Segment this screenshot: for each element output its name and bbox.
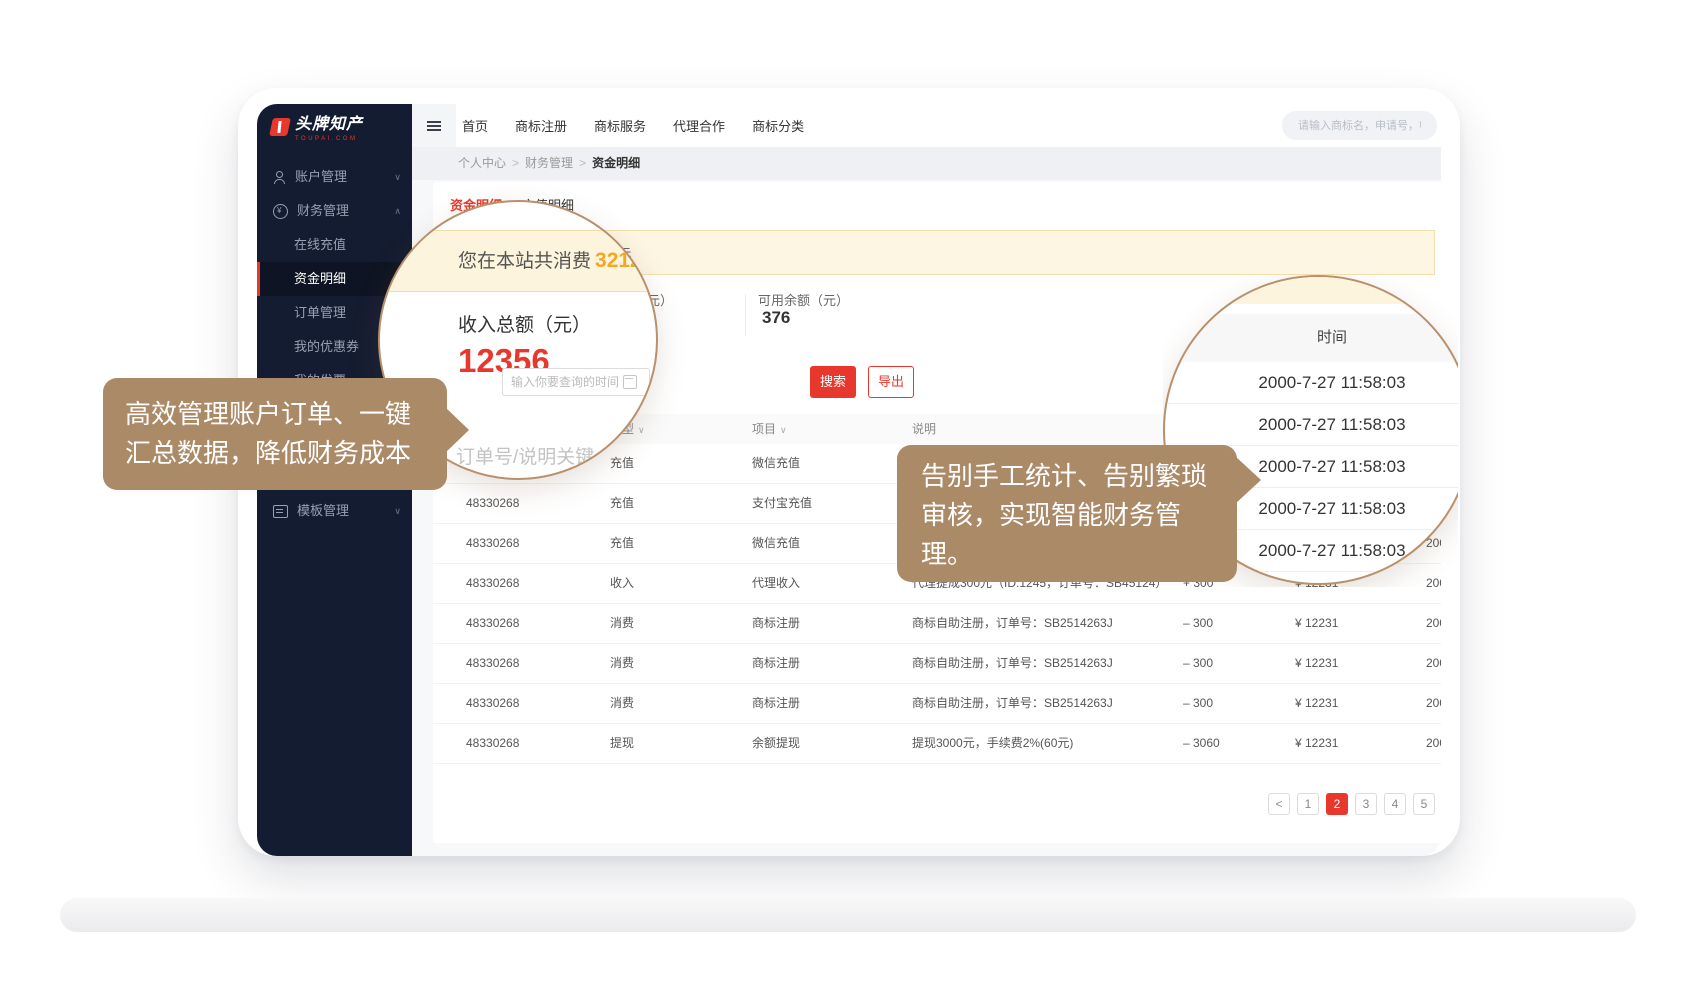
table-row: 48330268消费商标注册商标自助注册，订单号：SB2514263J– 300… (433, 644, 1441, 684)
chevron-down-icon: ∨ (394, 160, 401, 194)
breadcrumb-item[interactable]: 财务管理 (525, 156, 573, 170)
logo-icon (269, 118, 291, 136)
magnified-time: 2000-7-27 11:58:03 (1165, 404, 1458, 446)
magnified-keyword-placeholder: 订单号/说明关键 (456, 442, 594, 469)
header-project[interactable]: 项目∨ (752, 414, 787, 445)
callout-right-arrow (1235, 456, 1261, 504)
breadcrumb: 个人中心>财务管理>资金明细 (412, 147, 1441, 180)
top-navbar: 首页 商标注册 商标服务 代理合作 商标分类 (412, 104, 1441, 147)
callout-left: 高效管理账户订单、一键 汇总数据，降低财务成本 (103, 378, 447, 490)
header-desc: 说明 (912, 414, 936, 444)
magnified-banner: 您在本站共消费32124元 (378, 230, 658, 292)
breadcrumb-item: 资金明细 (592, 156, 640, 170)
breadcrumb-item[interactable]: 个人中心 (458, 156, 506, 170)
sidebar-item-templates[interactable]: 模板管理∨ (257, 494, 412, 528)
nav-menu: 首页 商标注册 商标服务 代理合作 商标分类 (462, 104, 804, 147)
laptop-base (60, 898, 1636, 932)
pagination-page-2[interactable]: 2 (1326, 793, 1348, 815)
calendar-icon (623, 375, 637, 389)
sidebar-item-account[interactable]: 账户管理∨ (257, 160, 412, 194)
nav-item[interactable]: 商标服务 (594, 116, 646, 135)
logo: 头牌知产 TOUPAI.COM (271, 116, 363, 142)
magnified-banner-sliver (1165, 277, 1458, 304)
pagination: <12345 (1268, 793, 1435, 815)
coin-icon (273, 204, 288, 219)
sort-chevron-icon: ∨ (638, 425, 645, 435)
nav-item[interactable]: 首页 (462, 116, 488, 135)
logo-subtitle: TOUPAI.COM (295, 136, 363, 142)
logo-text: 头牌知产 (295, 116, 363, 134)
pagination-page-3[interactable]: 3 (1355, 793, 1377, 815)
callout-left-arrow (444, 406, 469, 454)
person-icon (273, 171, 286, 184)
hamburger-button[interactable] (412, 104, 456, 147)
page-canvas: 头牌知产 TOUPAI.COM 账户管理∨财务管理∧在线充值资金明细订单管理我的… (0, 0, 1696, 1002)
template-icon (273, 505, 288, 518)
table-row: 48330268消费商标注册商标自助注册，订单号：SB2514263J– 300… (433, 604, 1441, 644)
callout-right: 告别手工统计、告别繁琐 审核，实现智能财务管 理。 (897, 445, 1237, 582)
table-row: 48330268消费商标注册商标自助注册，订单号：SB2514263J– 300… (433, 684, 1441, 724)
sort-chevron-icon: ∨ (780, 425, 787, 435)
table-row: 48330268提现余额提现提现3000元，手续费2%(60元)– 3060¥ … (433, 724, 1441, 764)
pagination-page-1[interactable]: 1 (1297, 793, 1319, 815)
sidebar-item-finance[interactable]: 财务管理∧ (257, 194, 412, 228)
magnified-time-header: 时间 (1165, 314, 1458, 362)
magnified-time: 2000-7-27 11:58:03 (1165, 362, 1458, 404)
pagination-prev[interactable]: < (1268, 793, 1290, 815)
hamburger-icon (427, 121, 441, 123)
pagination-page-4[interactable]: 4 (1384, 793, 1406, 815)
search-input[interactable] (1282, 111, 1437, 140)
pagination-page-5[interactable]: 5 (1413, 793, 1435, 815)
nav-item[interactable]: 商标注册 (515, 116, 567, 135)
nav-item[interactable]: 代理合作 (673, 116, 725, 135)
stat-divider (745, 294, 746, 336)
export-button[interactable]: 导出 (868, 366, 914, 398)
chevron-up-icon: ∧ (394, 194, 401, 228)
magnified-income-label: 收入总额（元） (458, 310, 591, 337)
stat-balance-value: 376 (762, 308, 790, 328)
stat-balance-label: 可用余额（元） (758, 290, 849, 309)
search-button[interactable]: 搜索 (810, 366, 856, 398)
chevron-down-icon: ∨ (394, 494, 401, 528)
nav-item[interactable]: 商标分类 (752, 116, 804, 135)
